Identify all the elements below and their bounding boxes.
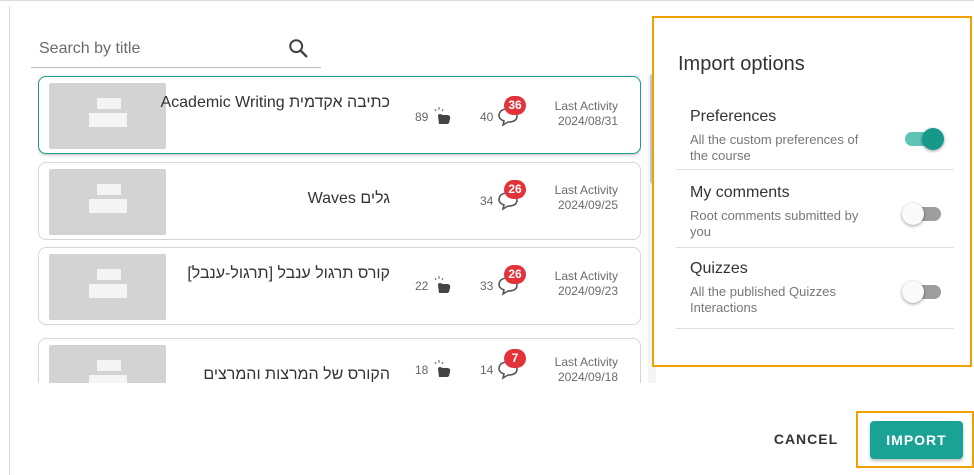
course-card[interactable]: הקורס של המרצות והמרצים 18 14 7 Last Act… bbox=[38, 338, 641, 383]
last-activity: Last Activity 2024/08/31 bbox=[523, 99, 618, 129]
likes-count: 18 bbox=[415, 363, 429, 377]
course-card[interactable]: גלים Waves 34 26 Last Activity 2024/09/2… bbox=[38, 162, 641, 240]
last-activity: Last Activity 2024/09/25 bbox=[523, 183, 618, 213]
option-description: All the published Quizzes Interactions bbox=[690, 284, 836, 315]
course-thumbnail bbox=[49, 345, 166, 383]
import-options-title: Import options bbox=[678, 53, 805, 75]
last-activity-date: 2024/08/31 bbox=[557, 114, 618, 128]
import-button-highlight: IMPORT bbox=[856, 411, 974, 468]
last-activity-date: 2024/09/18 bbox=[557, 370, 618, 383]
dialog-left-edge bbox=[9, 6, 10, 475]
last-activity-date: 2024/09/23 bbox=[557, 284, 618, 298]
course-thumbnail bbox=[49, 254, 166, 320]
search-field bbox=[31, 32, 321, 68]
import-options-panel: Import options Preferences All the custo… bbox=[652, 16, 972, 367]
option-preferences: Preferences All the custom preferences o… bbox=[676, 108, 954, 170]
last-activity-label: Last Activity bbox=[554, 183, 618, 197]
option-description: All the custom preferences of the course bbox=[690, 132, 859, 163]
option-my-comments: My comments Root comments submitted by y… bbox=[676, 184, 954, 248]
option-description: Root comments submitted by you bbox=[690, 208, 859, 239]
course-card[interactable]: כתיבה אקדמית Academic Writing 89 40 36 L… bbox=[38, 76, 641, 154]
last-activity-label: Last Activity bbox=[554, 99, 618, 113]
last-activity: Last Activity 2024/09/18 bbox=[523, 355, 618, 383]
last-activity: Last Activity 2024/09/23 bbox=[523, 269, 618, 299]
course-card[interactable]: קורס תרגול ענבל [תרגול-ענבל] 22 33 26 La… bbox=[38, 247, 641, 325]
my-comments-toggle[interactable] bbox=[902, 202, 944, 226]
course-thumbnail bbox=[49, 83, 166, 149]
last-activity-label: Last Activity bbox=[554, 355, 618, 369]
course-title: הקורס של המרצות והמרצים bbox=[203, 366, 390, 383]
option-quizzes: Quizzes All the published Quizzes Intera… bbox=[676, 260, 954, 329]
likes-count: 89 bbox=[415, 110, 429, 124]
course-title: גלים Waves bbox=[307, 190, 390, 207]
search-input[interactable] bbox=[39, 38, 279, 60]
option-name: My comments bbox=[690, 184, 790, 201]
dialog-top-edge bbox=[0, 0, 974, 6]
hand-tap-icon bbox=[434, 276, 451, 293]
quizzes-toggle[interactable] bbox=[902, 280, 944, 304]
course-thumbnail bbox=[49, 169, 166, 235]
hand-tap-icon bbox=[434, 360, 451, 377]
option-name: Quizzes bbox=[690, 260, 748, 277]
course-title: כתיבה אקדמית Academic Writing bbox=[160, 94, 390, 111]
course-list: כתיבה אקדמית Academic Writing 89 40 36 L… bbox=[38, 74, 641, 383]
likes-count: 22 bbox=[415, 279, 429, 293]
comments-count: 33 bbox=[480, 279, 494, 293]
search-icon[interactable] bbox=[287, 37, 309, 59]
cancel-button[interactable]: CANCEL bbox=[768, 427, 844, 451]
last-activity-date: 2024/09/25 bbox=[557, 198, 618, 212]
comments-count: 14 bbox=[480, 363, 494, 377]
comments-count: 34 bbox=[480, 194, 494, 208]
comments-count: 40 bbox=[480, 110, 494, 124]
hand-tap-icon bbox=[434, 107, 451, 124]
last-activity-label: Last Activity bbox=[554, 269, 618, 283]
course-title: קורס תרגול ענבל [תרגול-ענבל] bbox=[187, 265, 390, 282]
import-button[interactable]: IMPORT bbox=[870, 421, 963, 459]
preferences-toggle[interactable] bbox=[902, 127, 944, 151]
option-name: Preferences bbox=[690, 108, 777, 125]
